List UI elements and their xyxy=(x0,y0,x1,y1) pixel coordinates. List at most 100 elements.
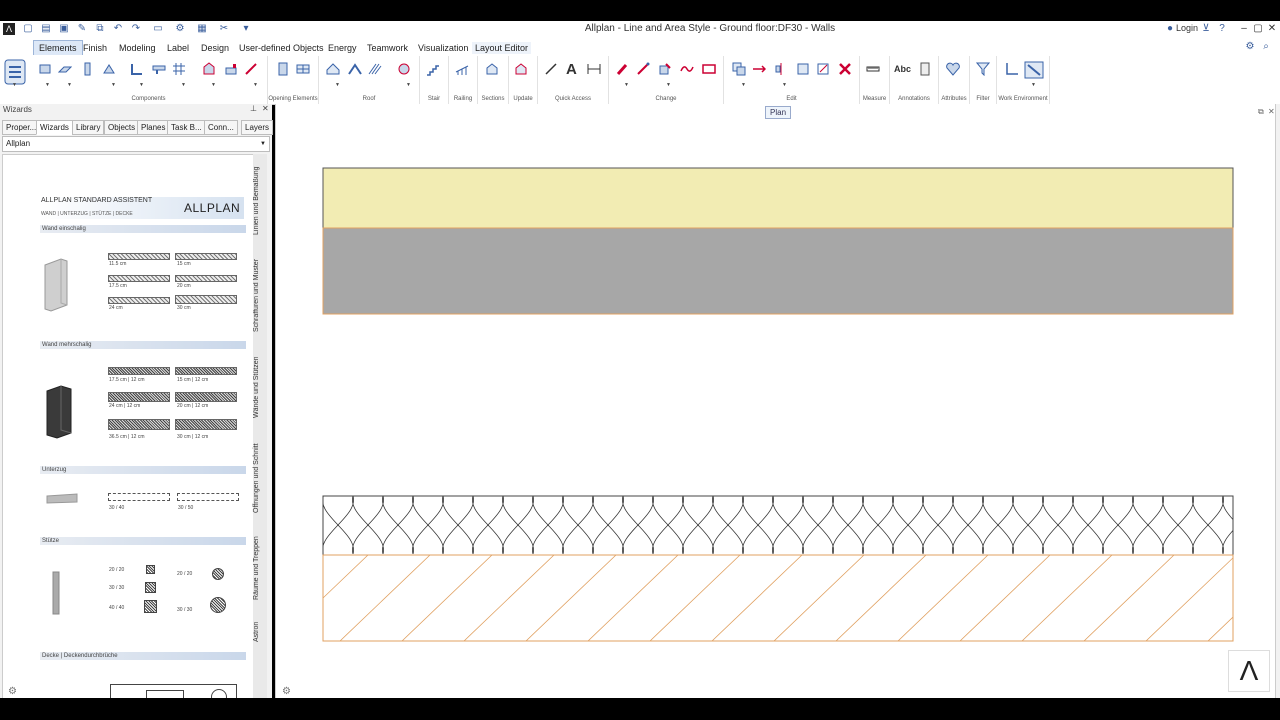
downstand-beam-icon[interactable] xyxy=(152,62,166,76)
pin-icon[interactable]: ⊥ xyxy=(250,104,257,113)
wizard-group-select[interactable]: Allplan ▼ xyxy=(2,136,270,152)
column-round-large[interactable] xyxy=(210,597,226,613)
vtab-oeffnungen-schnitt[interactable]: Öffnungen und Schnitt xyxy=(253,434,267,522)
window-element-icon[interactable] xyxy=(296,62,310,76)
delete-icon[interactable] xyxy=(838,62,852,76)
tab-label[interactable]: Label xyxy=(164,42,192,54)
gray-area-element[interactable] xyxy=(322,227,1234,315)
column-icon[interactable] xyxy=(80,62,94,76)
tab-layers[interactable]: Layers xyxy=(241,120,274,135)
line-icon[interactable] xyxy=(544,62,558,76)
hatched-area-element[interactable] xyxy=(322,554,1234,642)
tab-layout-editor[interactable]: Layout Editor xyxy=(472,42,532,54)
railing-icon[interactable] xyxy=(455,62,469,76)
tab-design[interactable]: Design xyxy=(198,42,232,54)
line-modify-icon[interactable] xyxy=(244,62,258,76)
door-icon[interactable] xyxy=(276,62,290,76)
match-icon[interactable] xyxy=(702,62,716,76)
wall-type-bar[interactable] xyxy=(108,392,170,402)
dimension-line-icon[interactable] xyxy=(587,62,601,76)
dropdown-arrow-icon[interactable]: ▼ xyxy=(139,82,144,88)
tab-elements[interactable]: Elements xyxy=(33,40,83,55)
modify-properties-icon[interactable] xyxy=(636,62,650,76)
tab-teamwork[interactable]: Teamwork xyxy=(364,42,411,54)
column-square-small[interactable] xyxy=(146,565,155,574)
wall-type-bar[interactable] xyxy=(175,295,237,304)
tab-planes[interactable]: Planes xyxy=(137,120,170,135)
chevron-down-icon[interactable]: ▼ xyxy=(260,137,266,151)
column-square-large[interactable] xyxy=(144,600,157,613)
wall-type-bar[interactable] xyxy=(175,367,237,375)
slab-icon[interactable] xyxy=(58,62,72,76)
label-abc-icon[interactable]: Abc xyxy=(894,64,911,74)
vtab-waende-stuetzen[interactable]: Wände und Stützen xyxy=(253,346,267,428)
legend-icon[interactable] xyxy=(918,62,932,76)
tab-modeling[interactable]: Modeling xyxy=(116,42,159,54)
multi-layer-wall-preview[interactable] xyxy=(43,383,73,443)
vtab-schraffuren-muster[interactable]: Schraffuren und Muster xyxy=(253,250,267,340)
tab-finish[interactable]: Finish xyxy=(80,42,110,54)
roof-icon[interactable] xyxy=(326,62,340,76)
dropdown-arrow-icon[interactable]: ▼ xyxy=(12,82,17,88)
stretch-icon[interactable] xyxy=(816,62,830,76)
tab-wizards[interactable]: Wizards xyxy=(36,120,73,135)
column-square-medium[interactable] xyxy=(145,582,156,593)
dropdown-arrow-icon[interactable]: ▼ xyxy=(624,82,629,88)
help-icon[interactable]: ? xyxy=(1216,23,1228,35)
tab-visualization[interactable]: Visualization xyxy=(415,42,471,54)
attributes-icon[interactable] xyxy=(946,62,960,76)
beam-type-bar[interactable] xyxy=(108,493,170,501)
text-tool-icon[interactable]: A xyxy=(566,61,577,78)
maximize-icon[interactable]: ▢ xyxy=(1252,23,1264,35)
beam-preview[interactable] xyxy=(45,493,79,505)
tab-library[interactable]: Library xyxy=(72,120,105,135)
dormer-icon[interactable] xyxy=(348,62,362,76)
copy-element-icon[interactable] xyxy=(732,62,746,76)
minimize-icon[interactable]: – xyxy=(1238,23,1250,35)
room-icon[interactable] xyxy=(202,62,216,76)
dropdown-arrow-icon[interactable]: ▼ xyxy=(181,82,186,88)
update-icon[interactable] xyxy=(514,62,528,76)
dropdown-arrow-icon[interactable]: ▼ xyxy=(666,82,671,88)
move-icon[interactable] xyxy=(752,62,766,76)
dropdown-arrow-icon[interactable]: ▼ xyxy=(741,82,746,88)
roof-covering-icon[interactable] xyxy=(368,62,382,76)
dropdown-arrow-icon[interactable]: ▼ xyxy=(253,82,258,88)
yellow-area-element[interactable] xyxy=(322,167,1234,229)
vtab-astron[interactable]: Astron xyxy=(253,614,267,650)
wall-type-bar[interactable] xyxy=(175,419,237,430)
tab-properties[interactable]: Proper... xyxy=(2,120,41,135)
stair-icon[interactable] xyxy=(426,62,440,76)
vtab-raeume-treppen[interactable]: Räume und Treppen xyxy=(253,528,267,608)
wall-type-bar[interactable] xyxy=(108,275,170,282)
dropdown-arrow-icon[interactable]: ▼ xyxy=(45,82,50,88)
dropdown-arrow-icon[interactable]: ▼ xyxy=(406,82,411,88)
wall-type-bar[interactable] xyxy=(175,275,237,282)
dropdown-arrow-icon[interactable]: ▼ xyxy=(211,82,216,88)
beam-type-bar[interactable] xyxy=(177,493,239,501)
foundation-icon[interactable] xyxy=(130,62,144,76)
offset-icon[interactable] xyxy=(796,62,810,76)
dropdown-arrow-icon[interactable]: ▼ xyxy=(782,82,787,88)
login-link[interactable]: Login xyxy=(1176,23,1198,33)
stack-icon[interactable] xyxy=(224,62,238,76)
wall-type-bar[interactable] xyxy=(175,253,237,260)
cart-icon[interactable]: ⊻ xyxy=(1200,23,1212,35)
insulation-element[interactable] xyxy=(322,495,1234,556)
dropdown-arrow-icon[interactable]: ▼ xyxy=(335,82,340,88)
filter-icon[interactable] xyxy=(976,62,990,76)
grid-icon[interactable] xyxy=(172,62,186,76)
close-icon[interactable]: ✕ xyxy=(1266,23,1278,35)
roof-plane-icon[interactable] xyxy=(397,62,411,76)
beam-icon[interactable] xyxy=(102,62,116,76)
work-environment-icon[interactable] xyxy=(1024,61,1044,79)
coordinate-icon[interactable] xyxy=(1005,62,1019,76)
mirror-icon[interactable] xyxy=(774,62,788,76)
single-wall-preview[interactable] xyxy=(41,255,71,315)
column-round-small[interactable] xyxy=(212,568,224,580)
panel-settings-icon[interactable]: ⚙ xyxy=(8,686,17,697)
curve-icon[interactable] xyxy=(680,62,694,76)
options-gear-icon[interactable]: ⚙ xyxy=(1244,41,1256,53)
convert-icon[interactable] xyxy=(658,62,672,76)
section-icon[interactable] xyxy=(485,62,499,76)
